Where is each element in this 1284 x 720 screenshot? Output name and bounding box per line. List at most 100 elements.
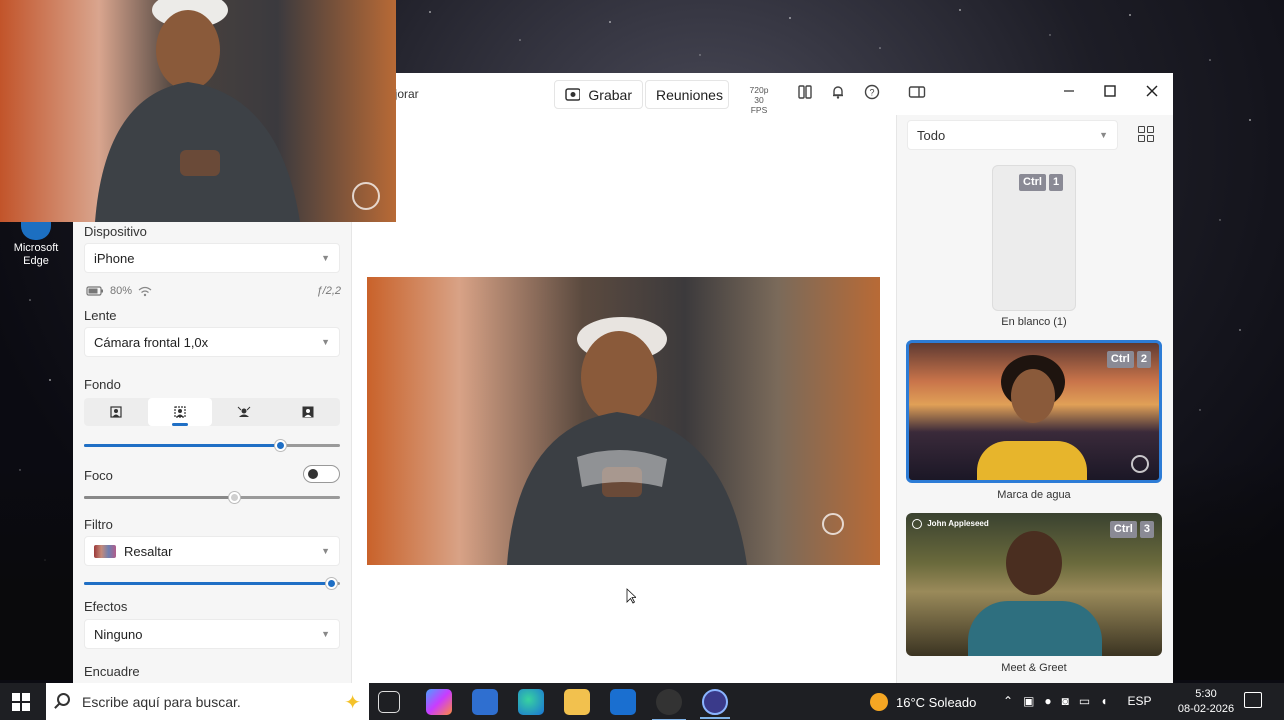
bg-mode-blur-button[interactable] [148, 398, 212, 426]
effects-label: Efectos [84, 599, 128, 614]
background-mode-selector [84, 398, 340, 426]
microphone-icon[interactable]: ● [1044, 694, 1051, 708]
notification-icon[interactable] [1244, 692, 1262, 708]
taskbar-search[interactable]: Escribe aquí para buscar. ✦ [46, 683, 369, 720]
edge-icon[interactable] [518, 689, 544, 715]
device-select[interactable]: iPhone ▼ [84, 243, 340, 273]
wifi-icon [138, 286, 152, 296]
desktop-icon-label: Microsoft Edge [13, 242, 59, 267]
shirt [968, 601, 1102, 656]
slider-fill [84, 582, 333, 585]
scene-card-blank[interactable]: Ctrl 1 [992, 165, 1076, 311]
shortcut-badge: Ctrl 2 [1106, 351, 1151, 368]
meetings-button[interactable]: Reuniones [645, 80, 729, 109]
grid-view-icon[interactable] [1138, 126, 1154, 142]
scene-title: En blanco (1) [1001, 316, 1067, 328]
scene-filter-select[interactable]: Todo ▼ [907, 120, 1118, 150]
bg-mode-replace-button[interactable] [276, 398, 340, 426]
copilot-icon[interactable] [426, 689, 452, 715]
volume-icon[interactable]: ◖ [1100, 694, 1107, 708]
device-value: iPhone [94, 250, 135, 266]
obs-icon[interactable] [652, 689, 686, 720]
lens-label: Lente [84, 308, 117, 323]
name-overlay: John Appleseed [912, 519, 989, 529]
shortcut-num: 1 [1048, 174, 1064, 191]
effects-select[interactable]: Ninguno ▼ [84, 619, 340, 649]
filter-swatch-icon [94, 544, 116, 558]
lens-value: Cámara frontal 1,0x [94, 334, 209, 350]
scenes-panel: Todo ▼ Ctrl 1 En blanco (1) Ctrl 2 Marca… [896, 115, 1173, 683]
clock[interactable]: 5:30 08-02-2026 [1176, 687, 1236, 717]
background-slider[interactable] [84, 440, 340, 451]
close-button[interactable] [1140, 82, 1164, 106]
outlook-icon[interactable] [610, 689, 636, 715]
camera-icon[interactable]: ◙ [1062, 694, 1069, 708]
bg-mode-off-button[interactable] [84, 398, 148, 426]
shortcut-num: 3 [1139, 521, 1154, 538]
desktop-icon-edge[interactable]: Microsoft Edge [4, 222, 68, 268]
store-icon[interactable] [472, 689, 498, 715]
record-button[interactable]: Grabar [554, 80, 643, 109]
lens-select[interactable]: Cámara frontal 1,0x ▼ [84, 327, 340, 357]
edge-icon [21, 222, 51, 240]
minimize-button[interactable] [1057, 82, 1081, 106]
slider-knob[interactable] [229, 492, 241, 503]
minimize-icon [1064, 90, 1074, 92]
filter-value: Resaltar [124, 543, 173, 559]
windows-start-icon[interactable] [12, 693, 30, 711]
focus-label: Foco [84, 468, 113, 483]
bg-mode-effect-button[interactable] [212, 398, 276, 426]
chevron-down-icon: ▼ [321, 337, 330, 347]
camera-app-icon[interactable] [700, 689, 730, 719]
resolution-value: 720p [749, 85, 769, 95]
meetings-label: Reuniones [656, 86, 723, 103]
scene-card-watermark[interactable]: Ctrl 2 [906, 340, 1162, 483]
resolution-badge[interactable]: 720p 30 FPS [745, 85, 773, 115]
sparkle-portrait-icon [237, 406, 251, 417]
battery-icon [86, 286, 103, 296]
slider-knob[interactable] [275, 440, 287, 451]
record-label: Grabar [588, 86, 632, 103]
camera-preview [367, 277, 880, 565]
chevron-down-icon: ▼ [321, 546, 330, 556]
help-icon[interactable]: ? [863, 84, 881, 102]
weather-widget[interactable]: 16°C Soleado [870, 693, 976, 711]
profile-icon [912, 519, 922, 529]
scene-card-meet-greet[interactable]: John Appleseed Ctrl 3 [906, 513, 1162, 656]
slider-knob[interactable] [326, 578, 338, 589]
portrait-icon [110, 406, 122, 418]
language-indicator[interactable]: ESP [1128, 694, 1152, 708]
clock-time: 5:30 [1195, 688, 1217, 700]
device-status: 80% ƒ/2,2 [86, 285, 341, 297]
shortcut-badge: Ctrl 3 [1109, 521, 1154, 538]
bell-icon[interactable] [829, 84, 847, 102]
search-placeholder: Escribe aquí para buscar. [82, 693, 241, 710]
chevron-down-icon: ▼ [321, 253, 330, 263]
camera-pip-window[interactable] [0, 0, 396, 222]
watermark-icon [1131, 455, 1149, 473]
scene-title: Marca de agua [997, 489, 1071, 501]
effects-value: Ninguno [94, 626, 143, 642]
sidebar-toggle-icon[interactable] [908, 84, 926, 102]
shortcut-num: 2 [1136, 351, 1151, 368]
maximize-icon [1104, 85, 1116, 97]
file-explorer-icon[interactable] [564, 689, 590, 715]
face [1011, 369, 1055, 423]
shortcut-key: Ctrl [1106, 351, 1134, 368]
meet-icon[interactable]: ▣ [1023, 694, 1034, 708]
split-view-icon[interactable] [796, 84, 814, 102]
focus-toggle[interactable] [303, 465, 340, 483]
framing-label: Encuadre [84, 664, 140, 679]
filter-slider[interactable] [84, 578, 340, 589]
chevron-up-icon[interactable]: ⌃ [1003, 694, 1013, 708]
filter-select[interactable]: Resaltar ▼ [84, 536, 340, 566]
filter-label: Filtro [84, 517, 113, 532]
focus-slider[interactable] [84, 492, 340, 503]
person-silhouette [95, 0, 300, 222]
weather-text: 16°C Soleado [896, 694, 977, 710]
network-icon[interactable]: ▭ [1079, 694, 1090, 708]
sparkle-icon: ✦ [344, 692, 361, 714]
maximize-button[interactable] [1098, 82, 1122, 106]
task-view-icon[interactable] [378, 691, 400, 713]
slider-fill [84, 444, 282, 447]
